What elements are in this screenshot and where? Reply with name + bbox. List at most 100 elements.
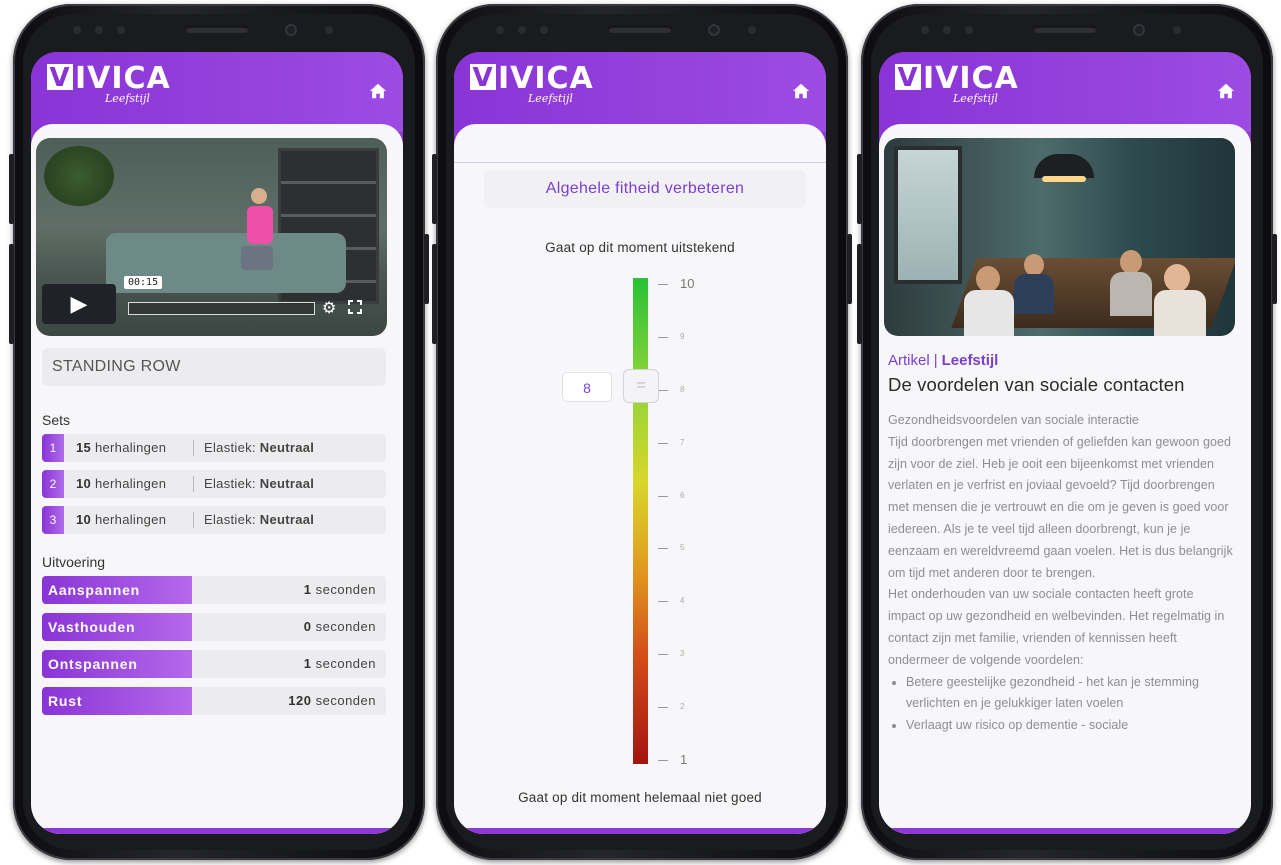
logo-name: IVICA	[923, 61, 1019, 96]
article-title: De voordelen van sociale contacten	[888, 374, 1185, 395]
execution-label: Vasthouden	[42, 613, 192, 641]
vivica-logo[interactable]: V IVICA Leefstijl	[895, 64, 1019, 105]
exercise-video[interactable]: ▶ 00:15 ⚙	[36, 138, 387, 336]
divider	[454, 162, 826, 163]
logo-initial: V	[47, 64, 73, 92]
set-reps: 10 herhalingen	[76, 512, 167, 527]
scale-tick-label: 5	[680, 543, 685, 553]
video-scene-plant	[44, 146, 114, 206]
settings-gear-icon[interactable]: ⚙	[322, 298, 336, 318]
sensor-icon	[965, 26, 973, 34]
execution-value: 120 seconden	[288, 693, 376, 708]
side-button	[9, 154, 14, 224]
set-number: 3	[42, 506, 64, 534]
video-timestamp: 00:15	[124, 276, 163, 289]
category-label[interactable]: Artikel	[888, 352, 930, 369]
exercise-content: ▶ 00:15 ⚙ STANDING ROW Sets 1 15 herhali…	[31, 124, 403, 834]
scale-tick-label: 2	[680, 702, 685, 712]
play-button[interactable]: ▶	[42, 284, 116, 324]
video-progress-bar[interactable]	[128, 302, 315, 315]
sensor-icon	[95, 26, 103, 34]
scale-tick-label: 6	[680, 490, 685, 500]
execution-row: Vasthouden 0 seconden	[42, 613, 386, 641]
bottom-bar	[31, 828, 403, 834]
side-button	[9, 244, 14, 344]
sensor-icon	[540, 26, 548, 34]
phone-frame-exercise: V IVICA Leefstijl ▶ 00:15 ⚙ STANDING ROW…	[9, 4, 429, 860]
execution-label: Rust	[42, 687, 192, 715]
sensor-icon	[518, 26, 526, 34]
vivica-logo[interactable]: V IVICA Leefstijl	[47, 64, 171, 105]
scale-tick-label: 4	[680, 596, 685, 606]
scale-tick	[658, 654, 668, 656]
speaker-grille	[185, 26, 249, 33]
execution-row: Ontspannen 1 seconden	[42, 650, 386, 678]
photo-scene-person	[1110, 272, 1152, 316]
goal-title: Algehele fitheid verbeteren	[484, 170, 806, 208]
side-button	[432, 154, 437, 224]
list-item: Betere geestelijke gezondheid - het kan …	[906, 672, 1233, 716]
logo-initial: V	[470, 64, 496, 92]
scale-tick-label: 8	[680, 384, 685, 394]
app-header: V IVICA Leefstijl	[31, 52, 403, 132]
sensor-icon	[73, 26, 81, 34]
divider	[193, 440, 194, 456]
vivica-logo[interactable]: V IVICA Leefstijl	[470, 64, 594, 105]
scale-tick	[658, 707, 668, 709]
scale-tick-label: 9	[680, 331, 685, 341]
scale-tick	[658, 548, 668, 550]
phone-frame-article: V IVICA Leefstijl Artikel | Leefstijl De…	[857, 4, 1277, 860]
side-button	[1272, 234, 1277, 304]
execution-heading: Uitvoering	[42, 554, 106, 570]
photo-scene-window	[894, 146, 962, 284]
execution-label: Ontspannen	[42, 650, 192, 678]
video-scene-person	[241, 188, 277, 274]
execution-value: 1 seconden	[303, 656, 376, 671]
photo-scene-person	[1014, 274, 1054, 314]
scale-tick	[658, 336, 668, 338]
video-controls: ▶ 00:15 ⚙	[42, 276, 377, 324]
fullscreen-icon[interactable]	[348, 300, 362, 314]
scale-top-label: Gaat op dit moment uitstekend	[545, 240, 735, 255]
sensor-icon	[748, 26, 756, 34]
set-reps: 15 herhalingen	[76, 440, 167, 455]
article-category: Artikel | Leefstijl	[888, 352, 998, 369]
scale-tick	[658, 442, 668, 444]
side-button	[857, 244, 862, 344]
scale-tick-label: 10	[680, 276, 695, 291]
bottom-bar	[454, 828, 826, 834]
article-content: Artikel | Leefstijl De voordelen van socia…	[879, 124, 1251, 834]
set-elastic: Elastiek: Neutraal	[204, 440, 315, 455]
scale-tick	[658, 284, 668, 285]
app-header: V IVICA Leefstijl	[879, 52, 1251, 132]
execution-value: 1 seconden	[303, 582, 376, 597]
benefits-list: Betere geestelijke gezondheid - het kan …	[888, 672, 1233, 737]
sensor-icon	[921, 26, 929, 34]
photo-scene-person	[964, 290, 1014, 336]
photo-scene-person	[1154, 290, 1206, 336]
sensor-icon	[325, 26, 333, 34]
scale-tick-label: 1	[680, 752, 688, 767]
speaker-grille	[608, 26, 672, 33]
scale-tick	[658, 601, 668, 603]
sensor-icon	[1173, 26, 1181, 34]
scale-content: Algehele fitheid verbeteren Gaat op dit …	[454, 124, 826, 834]
divider	[193, 512, 194, 528]
photo-scene-lamp	[1034, 154, 1094, 178]
scale-tick	[658, 760, 668, 761]
subcategory-label[interactable]: Leefstijl	[942, 352, 999, 369]
home-icon[interactable]	[369, 82, 387, 100]
app-screen: V IVICA Leefstijl ▶ 00:15 ⚙ STANDING ROW…	[31, 52, 403, 834]
category-separator: |	[933, 352, 938, 369]
set-number: 2	[42, 470, 64, 498]
scale-tick	[658, 495, 668, 497]
home-icon[interactable]	[1217, 82, 1235, 100]
bottom-bar	[879, 828, 1251, 834]
sensor-icon	[496, 26, 504, 34]
divider	[193, 476, 194, 492]
photo-scene-person	[1120, 250, 1142, 274]
home-icon[interactable]	[792, 82, 810, 100]
slider-handle[interactable]: =	[623, 369, 659, 403]
rating-scale-bar[interactable]	[633, 278, 648, 764]
app-screen: V IVICA Leefstijl Algehele fitheid verbet…	[454, 52, 826, 834]
